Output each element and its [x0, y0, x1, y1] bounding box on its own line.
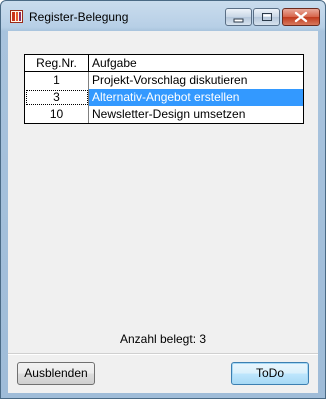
dialog-client-area: Reg.Nr. Aufgabe 1 Projekt-Vorschlag disk… [8, 31, 318, 393]
occupied-count-label: Anzahl belegt: 3 [119, 332, 207, 346]
column-header-aufgabe[interactable]: Aufgabe [89, 55, 303, 71]
maximize-button[interactable] [253, 8, 280, 26]
hide-button[interactable]: Ausblenden [17, 362, 95, 385]
cell-aufgabe: Alternativ-Angebot erstellen [89, 89, 303, 106]
cell-aufgabe: Projekt-Vorschlag diskutieren [92, 73, 248, 87]
todo-button[interactable]: ToDo [231, 362, 309, 385]
minimize-icon [233, 18, 244, 23]
table-row[interactable]: 1 Projekt-Vorschlag diskutieren [25, 72, 303, 89]
table-header: Reg.Nr. Aufgabe [25, 55, 303, 72]
minimize-button[interactable] [225, 8, 252, 26]
footer-divider-highlight [8, 354, 318, 355]
window-title: Register-Belegung [29, 10, 129, 24]
dialog-window: Register-Belegung Reg.Nr. Aufgabe 1 Proj… [0, 0, 326, 399]
title-bar[interactable]: Register-Belegung [1, 1, 325, 31]
table-row[interactable]: 10 Newsletter-Design umsetzen [25, 106, 303, 123]
app-register-icon [10, 10, 23, 23]
column-header-regnr[interactable]: Reg.Nr. [25, 55, 89, 71]
close-button[interactable] [282, 8, 320, 26]
table-row-selected[interactable]: 3 Alternativ-Angebot erstellen [25, 89, 303, 106]
close-icon [294, 11, 308, 23]
cell-regnr: 3 [25, 89, 89, 106]
register-table[interactable]: Reg.Nr. Aufgabe 1 Projekt-Vorschlag disk… [24, 54, 304, 124]
cell-aufgabe: Newsletter-Design umsetzen [92, 107, 246, 121]
cell-regnr: 10 [25, 106, 89, 123]
cell-regnr: 1 [25, 72, 89, 89]
maximize-icon [262, 13, 272, 21]
